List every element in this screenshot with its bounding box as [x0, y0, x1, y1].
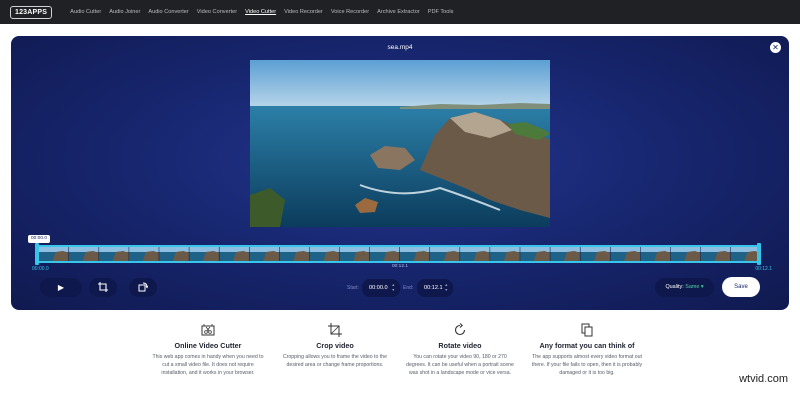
feature-rotate-video: Rotate video You can rotate your video 9…	[404, 322, 516, 377]
feature-crop-video: Crop video Cropping allows you to frame …	[279, 322, 391, 369]
start-time-stepper[interactable]: ▲ ▼	[391, 283, 395, 293]
nav-link-video-converter[interactable]: Video Converter	[193, 0, 241, 24]
nav-link-pdf-tools[interactable]: PDF Tools	[424, 0, 458, 24]
quality-value: Same	[685, 284, 700, 290]
timeline-frame	[580, 247, 611, 261]
timeline-end-time: 00:12.1	[755, 266, 772, 272]
timeline-frame	[69, 247, 100, 261]
quality-select[interactable]: Quality: Same ▾	[655, 278, 714, 297]
feature-title: Crop video	[316, 341, 354, 350]
save-button[interactable]: Save	[722, 277, 760, 297]
timeline-frame	[279, 247, 310, 261]
nav-link-video-cutter[interactable]: Video Cutter	[241, 0, 280, 24]
timeline-frame	[490, 247, 521, 261]
nav-link-audio-joiner[interactable]: Audio Joiner	[105, 0, 144, 24]
watermark: wtvid.com	[739, 373, 788, 385]
end-time-value: 00:12.1	[424, 285, 443, 291]
timeline-frame	[369, 247, 400, 261]
start-label: Start:	[347, 285, 359, 291]
copy-files-icon	[581, 323, 593, 336]
timeline-frame	[39, 247, 70, 261]
feature-online-video-cutter: Online Video Cutter This web app comes i…	[152, 322, 264, 377]
feature-title: Online Video Cutter	[174, 341, 242, 350]
crop-button[interactable]	[89, 278, 117, 297]
timeline-frame	[99, 247, 130, 261]
timeline-frame	[550, 247, 581, 261]
end-time-stepper[interactable]: ▲ ▼	[444, 283, 448, 293]
feature-title: Rotate video	[438, 341, 482, 350]
timeline-frame	[129, 247, 160, 261]
rotate-icon	[454, 322, 466, 335]
play-button[interactable]: ▶	[40, 278, 82, 297]
file-name: sea.mp4	[387, 44, 413, 51]
video-frame-image	[250, 60, 550, 227]
timeline-frame	[700, 247, 731, 261]
close-icon[interactable]: ✕	[770, 42, 781, 53]
timeline-frame	[339, 247, 370, 261]
timeline-duration: 00:12.1	[392, 264, 409, 269]
timeline-frame	[400, 247, 431, 261]
nav-links: Audio Cutter Audio Joiner Audio Converte…	[66, 0, 457, 24]
timeline-frame	[670, 247, 701, 261]
nav-link-audio-converter[interactable]: Audio Converter	[144, 0, 192, 24]
play-icon: ▶	[57, 283, 65, 292]
app-logo[interactable]: 123APPS	[10, 5, 53, 19]
timeline-start-time: 00:00.0	[32, 266, 49, 272]
timeline-frame	[309, 247, 340, 261]
rotate-icon	[138, 282, 149, 292]
timeline-frame	[640, 247, 671, 261]
video-cut-icon	[201, 323, 215, 335]
timeline-frame	[520, 247, 551, 261]
playhead-time: 00:00.0	[28, 235, 51, 243]
quality-label: Quality:	[665, 284, 684, 290]
watermark-suffix: com	[767, 373, 788, 385]
feature-description: The app supports almost every video form…	[531, 354, 643, 376]
start-time-value: 00:00.0	[369, 285, 388, 291]
timeline-frame	[610, 247, 641, 261]
crop-icon	[98, 282, 108, 292]
nav-link-voice-recorder[interactable]: Voice Recorder	[327, 0, 373, 24]
nav-link-audio-cutter[interactable]: Audio Cutter	[66, 0, 105, 24]
timeline-frame	[430, 247, 461, 261]
nav-link-video-recorder[interactable]: Video Recorder	[280, 0, 327, 24]
trim-end-handle[interactable]	[757, 243, 761, 265]
timeline-strip[interactable]	[39, 245, 761, 263]
top-nav: 123APPS Audio Cutter Audio Joiner Audio …	[0, 0, 800, 24]
crop-icon	[328, 322, 342, 337]
timeline-frame	[159, 247, 190, 261]
timeline-frame	[249, 247, 280, 261]
end-time-input[interactable]: 00:12.1 ▲ ▼	[417, 279, 453, 297]
feature-description: You can rotate your video 90, 180 or 270…	[406, 354, 514, 376]
timeline-frame	[189, 247, 220, 261]
video-preview[interactable]	[250, 60, 550, 227]
chevron-down-icon: ▾	[700, 284, 704, 290]
start-time-input[interactable]: 00:00.0 ▲ ▼	[362, 279, 400, 297]
end-label: End:	[403, 285, 414, 291]
trim-start-handle[interactable]	[35, 243, 39, 265]
feature-description: This web app comes in handy when you nee…	[152, 354, 264, 376]
editor-panel: sea.mp4 ✕ 00:00.0 00:00.0 00:12.1 00:12.…	[11, 36, 789, 310]
feature-description: Cropping allows you to frame the video t…	[282, 354, 388, 368]
rotate-button[interactable]	[129, 278, 157, 297]
nav-link-archive-extractor[interactable]: Archive Extractor	[373, 0, 424, 24]
feature-title: Any format you can think of	[539, 341, 635, 350]
timeline-frame	[219, 247, 250, 261]
timeline-frame	[460, 247, 491, 261]
feature-any-format: Any format you can think of The app supp…	[531, 322, 643, 377]
timeline-thumbnails	[39, 247, 761, 261]
watermark-main: wtvid	[739, 373, 765, 385]
